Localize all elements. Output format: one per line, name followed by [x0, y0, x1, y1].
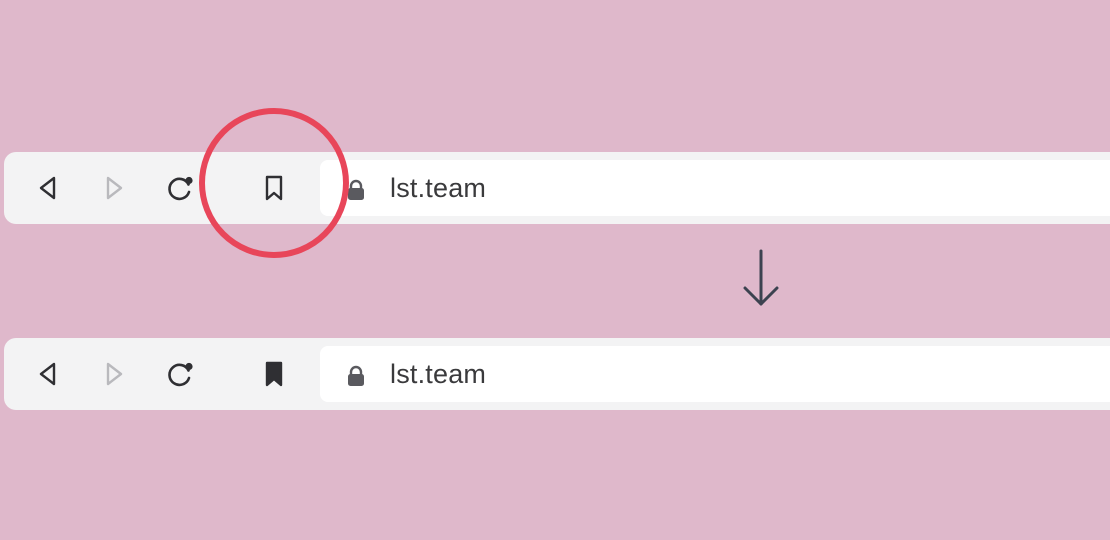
url-text: lst.team	[390, 173, 487, 203]
forward-button[interactable]	[94, 354, 134, 394]
lock-icon	[348, 179, 364, 200]
reload-icon	[168, 362, 193, 387]
bookmark-button[interactable]	[254, 354, 294, 394]
back-arrow-icon	[39, 362, 56, 386]
down-arrow-icon	[743, 249, 779, 306]
forward-button[interactable]	[94, 168, 134, 208]
address-bar[interactable]: lst.team	[320, 346, 1110, 402]
reload-button[interactable]	[160, 354, 200, 394]
lock-icon	[348, 365, 364, 386]
reload-button[interactable]	[160, 168, 200, 208]
url-text: lst.team	[390, 359, 487, 389]
back-arrow-icon	[39, 176, 56, 200]
bookmark-filled-icon	[265, 361, 283, 387]
back-button[interactable]	[28, 354, 68, 394]
forward-arrow-icon	[106, 362, 123, 386]
browser-toolbar-before: lst.team	[4, 152, 1110, 224]
back-button[interactable]	[28, 168, 68, 208]
browser-toolbar-after: lst.team	[4, 338, 1110, 410]
forward-arrow-icon	[106, 176, 123, 200]
bookmark-outline-icon	[265, 175, 283, 201]
reload-icon	[168, 176, 193, 201]
bookmark-button[interactable]	[254, 168, 294, 208]
address-bar[interactable]: lst.team	[320, 160, 1110, 216]
